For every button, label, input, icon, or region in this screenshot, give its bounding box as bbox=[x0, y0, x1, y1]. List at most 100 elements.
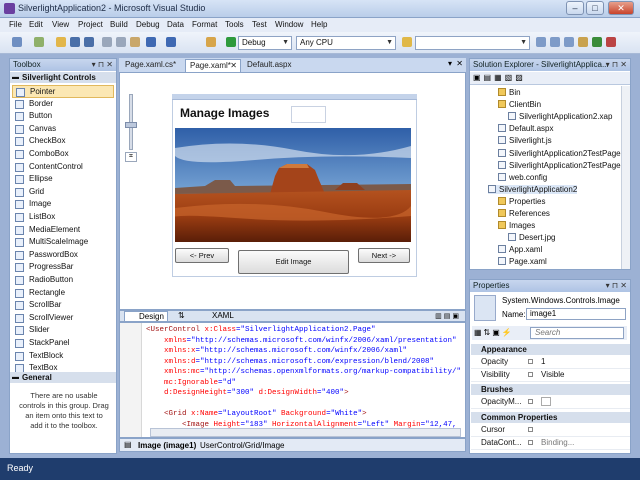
toolbox-item-multiscaleimage[interactable]: MultiScaleImage bbox=[12, 236, 114, 249]
close-tab-icon[interactable]: ✕ bbox=[230, 60, 237, 72]
solution-item[interactable]: App.xaml bbox=[498, 245, 542, 254]
solution-item[interactable]: web.config bbox=[498, 172, 547, 182]
find-input[interactable]: ▼ bbox=[415, 36, 530, 50]
solution-item[interactable]: Images bbox=[498, 221, 535, 230]
solution-item[interactable]: Silverlight.js bbox=[498, 136, 552, 145]
toolbox-item-button[interactable]: Button bbox=[12, 110, 114, 123]
property-marker-icon[interactable] bbox=[528, 427, 533, 432]
xaml-line[interactable]: xmlns:d="http://schemas.microsoft.com/ex… bbox=[146, 358, 434, 366]
solution-item[interactable]: Page.xaml bbox=[498, 257, 547, 266]
name-field[interactable]: image1 bbox=[526, 308, 626, 320]
xaml-editor[interactable]: <UserControl x:Class="SilverlightApplica… bbox=[119, 322, 466, 438]
next-button[interactable]: Next -> bbox=[358, 248, 410, 263]
pin-icon[interactable]: ▾ ⊓ ✕ bbox=[606, 280, 627, 292]
redo-icon[interactable] bbox=[166, 37, 176, 47]
toolbox-item-mediaelement[interactable]: MediaElement bbox=[12, 224, 114, 237]
solution-configuration-select[interactable]: Debug ▼ bbox=[238, 36, 292, 50]
toolbox-item-scrollbar[interactable]: ScrollBar bbox=[12, 299, 114, 312]
start-debugging-icon[interactable] bbox=[226, 37, 236, 47]
save-all-icon[interactable] bbox=[84, 37, 94, 47]
undo-icon[interactable] bbox=[146, 37, 156, 47]
toolbox-item-textblock[interactable]: TextBlock bbox=[12, 350, 114, 363]
solution-item[interactable]: SilverlightApplication2.xap bbox=[508, 112, 612, 121]
close-button[interactable]: ✕ bbox=[608, 1, 634, 15]
menu-project[interactable]: Project bbox=[78, 20, 103, 29]
solution-item[interactable]: SilverlightApplication2TestPage. bbox=[498, 160, 623, 170]
solution-item[interactable]: Desert.jpg bbox=[508, 233, 555, 242]
prop-opacity[interactable]: Opacity 1 bbox=[471, 356, 630, 369]
desert-image[interactable] bbox=[175, 128, 411, 242]
toolbox-item-combobox[interactable]: ComboBox bbox=[12, 148, 114, 161]
menu-data[interactable]: Data bbox=[167, 20, 184, 29]
object-browser-icon[interactable] bbox=[578, 37, 588, 47]
vertical-scrollbar[interactable] bbox=[621, 86, 630, 269]
grid-ruler[interactable] bbox=[172, 94, 417, 100]
menu-help[interactable]: Help bbox=[311, 20, 327, 29]
cut-icon[interactable] bbox=[102, 37, 112, 47]
solution-item[interactable]: SilverlightApplication2 bbox=[488, 184, 578, 194]
xaml-line[interactable]: xmlns="http://schemas.microsoft.com/winf… bbox=[146, 337, 457, 345]
tab-default-aspx[interactable]: Default.aspx bbox=[243, 59, 295, 72]
solution-item[interactable]: Bin bbox=[498, 88, 521, 97]
toolbox-item-border[interactable]: Border bbox=[12, 98, 114, 111]
breadcrumb-element[interactable]: Image (image1) bbox=[138, 441, 196, 450]
menu-view[interactable]: View bbox=[52, 20, 69, 29]
zoom-thumb[interactable] bbox=[125, 122, 137, 128]
xaml-line[interactable]: <Grid x:Name="LayoutRoot" Background="Wh… bbox=[146, 410, 367, 418]
textblock-adorner[interactable] bbox=[291, 106, 326, 123]
solution-platform-select[interactable]: Any CPU ▼ bbox=[296, 36, 396, 50]
solution-item[interactable]: Properties bbox=[498, 196, 545, 206]
tab-page-xaml-cs[interactable]: Page.xaml.cs* bbox=[121, 59, 183, 72]
property-marker-icon[interactable] bbox=[528, 372, 533, 377]
sort-icons[interactable]: ▦⇅▣⚡ bbox=[474, 328, 514, 337]
solution-item[interactable]: References bbox=[498, 209, 550, 218]
edit-image-button[interactable]: Edit Image bbox=[238, 250, 349, 274]
solution-explorer-icon[interactable] bbox=[550, 37, 560, 47]
prev-button[interactable]: <- Prev bbox=[175, 248, 229, 263]
start-page-icon[interactable] bbox=[606, 37, 616, 47]
copy-icon[interactable] bbox=[116, 37, 126, 47]
toolbox-item-grid[interactable]: Grid bbox=[12, 186, 114, 199]
xaml-line[interactable]: xmlns:mc="http://schemas.openxmlformats.… bbox=[146, 368, 461, 376]
toolbox-item-rectangle[interactable]: Rectangle bbox=[12, 287, 114, 300]
breadcrumb-path[interactable]: UserControl/Grid/Image bbox=[200, 441, 284, 450]
toolbox-item-contentcontrol[interactable]: ContentControl bbox=[12, 161, 114, 174]
paste-icon[interactable] bbox=[130, 37, 140, 47]
toolbox-group-general[interactable]: ▬ General bbox=[10, 372, 116, 383]
category-appearance[interactable]: Appearance bbox=[471, 344, 630, 355]
menu-format[interactable]: Format bbox=[192, 20, 217, 29]
toolbox-group-silverlight[interactable]: ▬ Silverlight Controls bbox=[10, 72, 116, 83]
tab-page-xaml[interactable]: Page.xaml* ✕ bbox=[185, 59, 241, 72]
menu-window[interactable]: Window bbox=[275, 20, 303, 29]
fit-icon[interactable]: ⌗ bbox=[125, 152, 137, 162]
split-layout-icon[interactable]: ▥▤▣ bbox=[435, 312, 461, 320]
solution-item[interactable]: SilverlightApplication2TestPage. bbox=[498, 148, 623, 158]
minimize-button[interactable]: – bbox=[566, 1, 584, 15]
close-document-icon[interactable]: ✕ bbox=[456, 59, 463, 68]
solution-item[interactable]: ClientBin bbox=[498, 100, 541, 109]
toolbox-item-stackpanel[interactable]: StackPanel bbox=[12, 337, 114, 350]
toolbox-item-listbox[interactable]: ListBox bbox=[12, 211, 114, 224]
zoom-slider[interactable]: ⌗ bbox=[124, 94, 139, 162]
horizontal-scrollbar[interactable] bbox=[150, 428, 461, 437]
new-project-icon[interactable] bbox=[12, 37, 22, 47]
properties-window-icon[interactable] bbox=[564, 37, 574, 47]
toolbox-item-ellipse[interactable]: Ellipse bbox=[12, 173, 114, 186]
design-tab[interactable]: Design bbox=[124, 311, 168, 322]
prop-datacontext[interactable]: DataCont... Binding... bbox=[471, 437, 630, 450]
find-icon[interactable] bbox=[402, 37, 412, 47]
category-brushes[interactable]: Brushes bbox=[471, 384, 630, 395]
pin-icon[interactable]: ▾ ⊓ ✕ bbox=[92, 59, 113, 71]
property-marker-icon[interactable] bbox=[528, 359, 533, 364]
property-marker-icon[interactable] bbox=[528, 399, 533, 404]
xaml-tab[interactable]: XAML bbox=[198, 311, 244, 322]
pin-icon[interactable]: ▾ ⊓ ✕ bbox=[606, 59, 627, 71]
menu-file[interactable]: File bbox=[9, 20, 22, 29]
menu-debug[interactable]: Debug bbox=[136, 20, 160, 29]
prop-cursor[interactable]: Cursor bbox=[471, 424, 630, 437]
property-search-input[interactable]: Search bbox=[530, 327, 624, 339]
tab-dropdown-icon[interactable]: ▾ bbox=[448, 59, 452, 68]
category-common[interactable]: Common Properties bbox=[471, 412, 630, 423]
brush-swatch-icon[interactable] bbox=[541, 397, 551, 406]
xaml-line[interactable]: mc:Ignorable="d" bbox=[146, 379, 236, 387]
